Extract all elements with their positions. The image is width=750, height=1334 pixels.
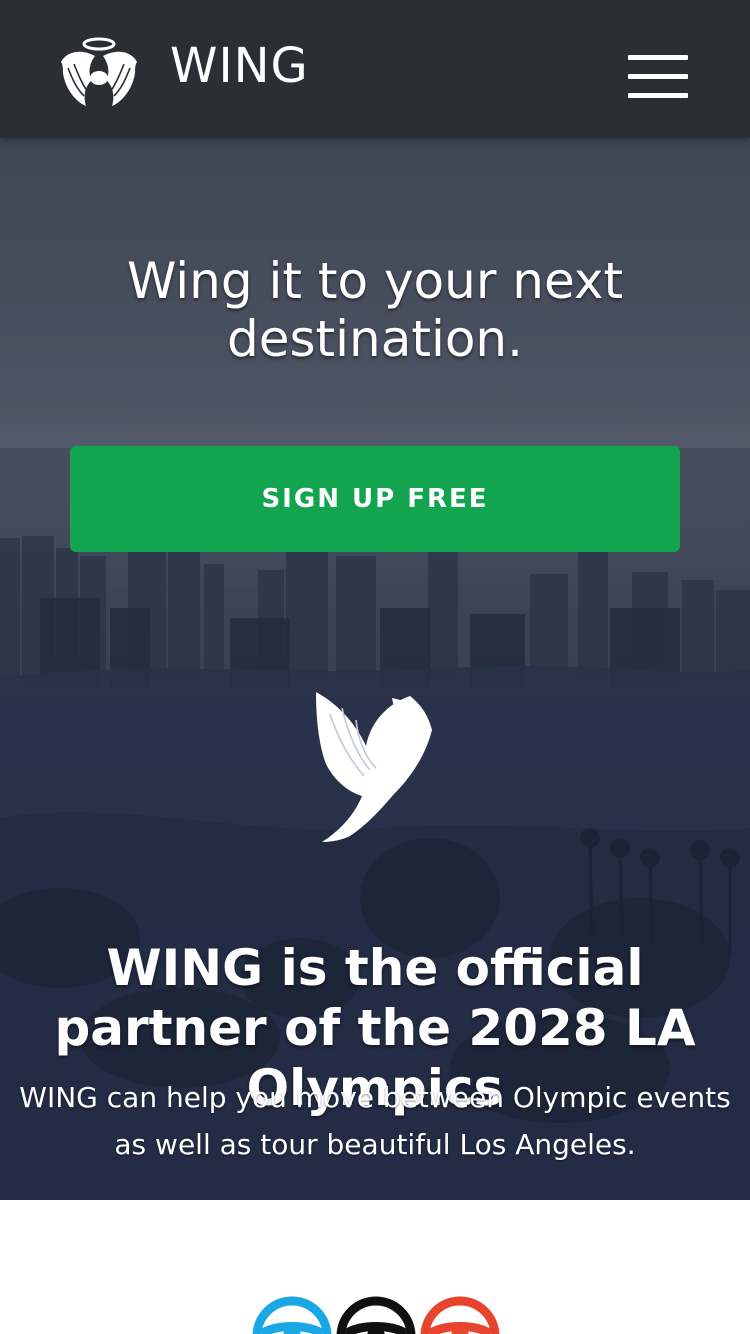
- steering-wheel-red-icon: [420, 1296, 500, 1334]
- brand-name[interactable]: WING: [170, 36, 309, 96]
- steering-wheel-black-icon: [336, 1296, 416, 1334]
- steering-wheel-blue-icon: [252, 1296, 332, 1334]
- sign-up-free-button[interactable]: SIGN UP FREE: [70, 446, 680, 552]
- features-section: [0, 1200, 750, 1334]
- winged-halo-icon[interactable]: [58, 34, 140, 110]
- hero-title: Wing it to your next destination.: [126, 252, 624, 368]
- olympics-partner-description: WING can help you move between Olympic e…: [19, 1081, 731, 1161]
- hamburger-menu-button[interactable]: [622, 52, 694, 104]
- winged-figure-icon: [316, 692, 432, 842]
- hamburger-menu-icon: [628, 55, 688, 60]
- steering-wheel-icons: [252, 1296, 500, 1334]
- hero-section: Wing it to your next destination. SIGN U…: [0, 138, 750, 1200]
- navbar: WING: [0, 0, 750, 138]
